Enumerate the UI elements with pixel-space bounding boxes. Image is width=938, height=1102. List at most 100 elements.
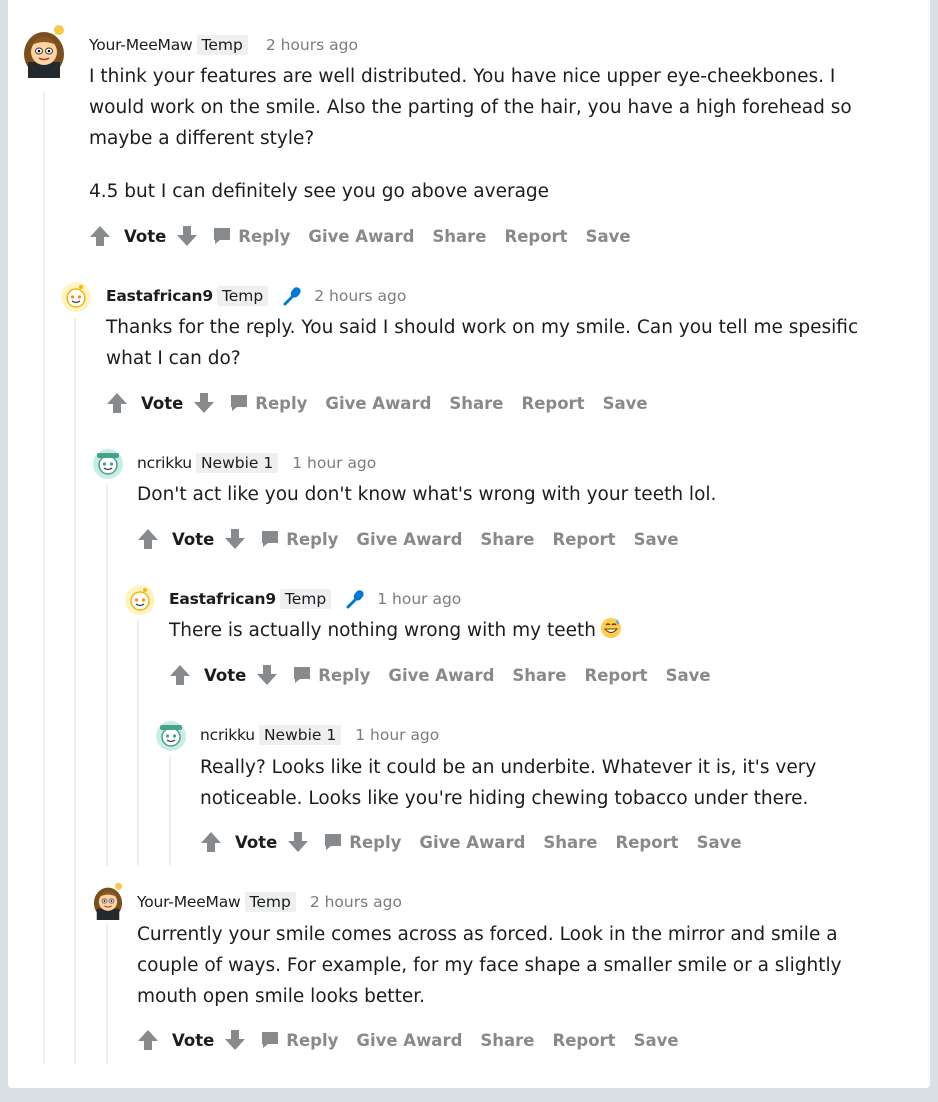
- user-flair: Newbie 1: [195, 453, 279, 473]
- share-button[interactable]: Share: [512, 666, 566, 685]
- comment-body: Thanks for the reply. You said I should …: [106, 312, 886, 396]
- give-award-button[interactable]: Give Award: [356, 530, 462, 549]
- give-award-button[interactable]: Give Award: [325, 394, 431, 413]
- report-button[interactable]: Report: [553, 530, 616, 549]
- user-flair: Temp: [216, 286, 269, 306]
- username[interactable]: Eastafrican9: [106, 287, 213, 305]
- share-button[interactable]: Share: [480, 530, 534, 549]
- upvote-icon[interactable]: [89, 225, 111, 247]
- user-flair: Temp: [279, 589, 332, 609]
- username[interactable]: Your-MeeMaw: [89, 36, 193, 54]
- upvote-icon[interactable]: [200, 831, 222, 853]
- downvote-icon[interactable]: [287, 831, 309, 853]
- vote-count: Vote: [172, 529, 215, 549]
- username[interactable]: ncrikku: [200, 726, 255, 744]
- upvote-icon[interactable]: [137, 528, 159, 550]
- report-button[interactable]: Report: [522, 394, 585, 413]
- comment-body: Really? Looks like it could be an underb…: [200, 752, 900, 836]
- timestamp[interactable]: 1 hour ago: [292, 454, 376, 472]
- thread-line[interactable]: [137, 620, 139, 866]
- avatar[interactable]: [125, 585, 155, 615]
- downvote-icon[interactable]: [193, 392, 215, 414]
- comment-thread-card: Your-MeeMaw Temp 2 hours ago I think you…: [8, 0, 930, 1088]
- vote-count: Vote: [124, 226, 167, 246]
- timestamp[interactable]: 1 hour ago: [377, 590, 461, 608]
- upvote-icon[interactable]: [169, 664, 191, 686]
- report-button[interactable]: Report: [505, 227, 568, 246]
- reply-icon: [231, 395, 248, 411]
- timestamp[interactable]: 2 hours ago: [314, 287, 406, 305]
- save-button[interactable]: Save: [697, 833, 742, 852]
- grinning-sweat-emoji-icon: [600, 618, 621, 638]
- thread-line[interactable]: [74, 318, 76, 1064]
- thread-line[interactable]: [106, 924, 108, 1064]
- reply-button[interactable]: Reply: [229, 393, 307, 413]
- give-award-button[interactable]: Give Award: [356, 1031, 462, 1050]
- save-button[interactable]: Save: [666, 666, 711, 685]
- avatar[interactable]: [22, 24, 66, 78]
- thread-line[interactable]: [43, 92, 45, 1064]
- microphone-icon: [346, 590, 364, 609]
- downvote-icon[interactable]: [224, 1029, 246, 1051]
- comment-actions: Vote Reply Give Award Share Report Save: [106, 389, 666, 417]
- comment-body: I think your features are well distribut…: [89, 61, 889, 229]
- reply-button[interactable]: Reply: [212, 226, 290, 246]
- upvote-icon[interactable]: [106, 392, 128, 414]
- avatar[interactable]: [61, 282, 91, 312]
- avatar[interactable]: [93, 449, 123, 479]
- save-button[interactable]: Save: [603, 394, 648, 413]
- vote-count: Vote: [235, 832, 278, 852]
- share-button[interactable]: Share: [543, 833, 597, 852]
- give-award-button[interactable]: Give Award: [419, 833, 525, 852]
- comment-actions: Vote Reply Give Award Share Report Save: [137, 525, 697, 553]
- comment-text: Currently your smile comes across as for…: [137, 924, 842, 1007]
- avatar[interactable]: [92, 882, 124, 920]
- comment-text: There is actually nothing wrong with my …: [169, 615, 909, 646]
- reply-button[interactable]: Reply: [292, 665, 370, 685]
- downvote-icon[interactable]: [256, 664, 278, 686]
- reply-icon: [262, 1032, 279, 1048]
- comment-actions: Vote Reply Give Award Share Report Save: [89, 222, 649, 250]
- reply-button[interactable]: Reply: [260, 529, 338, 549]
- comment-text: 4.5 but I can definitely see you go abov…: [89, 181, 550, 202]
- reply-icon: [214, 228, 231, 244]
- comment-text: I think your features are well distribut…: [89, 66, 852, 149]
- comment-actions: Vote Reply Give Award Share Report Save: [200, 828, 760, 856]
- comment-text: Don't act like you don't know what's wro…: [137, 484, 717, 505]
- microphone-icon: [283, 287, 301, 306]
- report-button[interactable]: Report: [585, 666, 648, 685]
- report-button[interactable]: Report: [553, 1031, 616, 1050]
- thread-line[interactable]: [169, 756, 171, 866]
- share-button[interactable]: Share: [480, 1031, 534, 1050]
- give-award-button[interactable]: Give Award: [308, 227, 414, 246]
- downvote-icon[interactable]: [176, 225, 198, 247]
- username[interactable]: Eastafrican9: [169, 590, 276, 608]
- reply-icon: [294, 667, 311, 683]
- upvote-icon[interactable]: [137, 1029, 159, 1051]
- vote-count: Vote: [141, 393, 184, 413]
- username[interactable]: ncrikku: [137, 454, 192, 472]
- user-flair: Newbie 1: [258, 725, 342, 745]
- comment-actions: Vote Reply Give Award Share Report Save: [169, 661, 729, 689]
- save-button[interactable]: Save: [586, 227, 631, 246]
- vote-count: Vote: [204, 665, 247, 685]
- reply-button[interactable]: Reply: [260, 1030, 338, 1050]
- timestamp[interactable]: 2 hours ago: [266, 36, 358, 54]
- share-button[interactable]: Share: [449, 394, 503, 413]
- timestamp[interactable]: 1 hour ago: [355, 726, 439, 744]
- share-button[interactable]: Share: [432, 227, 486, 246]
- report-button[interactable]: Report: [616, 833, 679, 852]
- reply-button[interactable]: Reply: [323, 832, 401, 852]
- downvote-icon[interactable]: [224, 528, 246, 550]
- comment-body: Currently your smile comes across as for…: [137, 919, 882, 1034]
- give-award-button[interactable]: Give Award: [388, 666, 494, 685]
- username[interactable]: Your-MeeMaw: [137, 893, 241, 911]
- save-button[interactable]: Save: [634, 1031, 679, 1050]
- comment-text: Thanks for the reply. You said I should …: [106, 317, 859, 369]
- timestamp[interactable]: 2 hours ago: [310, 893, 402, 911]
- avatar[interactable]: [156, 721, 186, 751]
- save-button[interactable]: Save: [634, 530, 679, 549]
- vote-count: Vote: [172, 1030, 215, 1050]
- thread-line[interactable]: [106, 484, 108, 866]
- user-flair: Temp: [244, 892, 296, 912]
